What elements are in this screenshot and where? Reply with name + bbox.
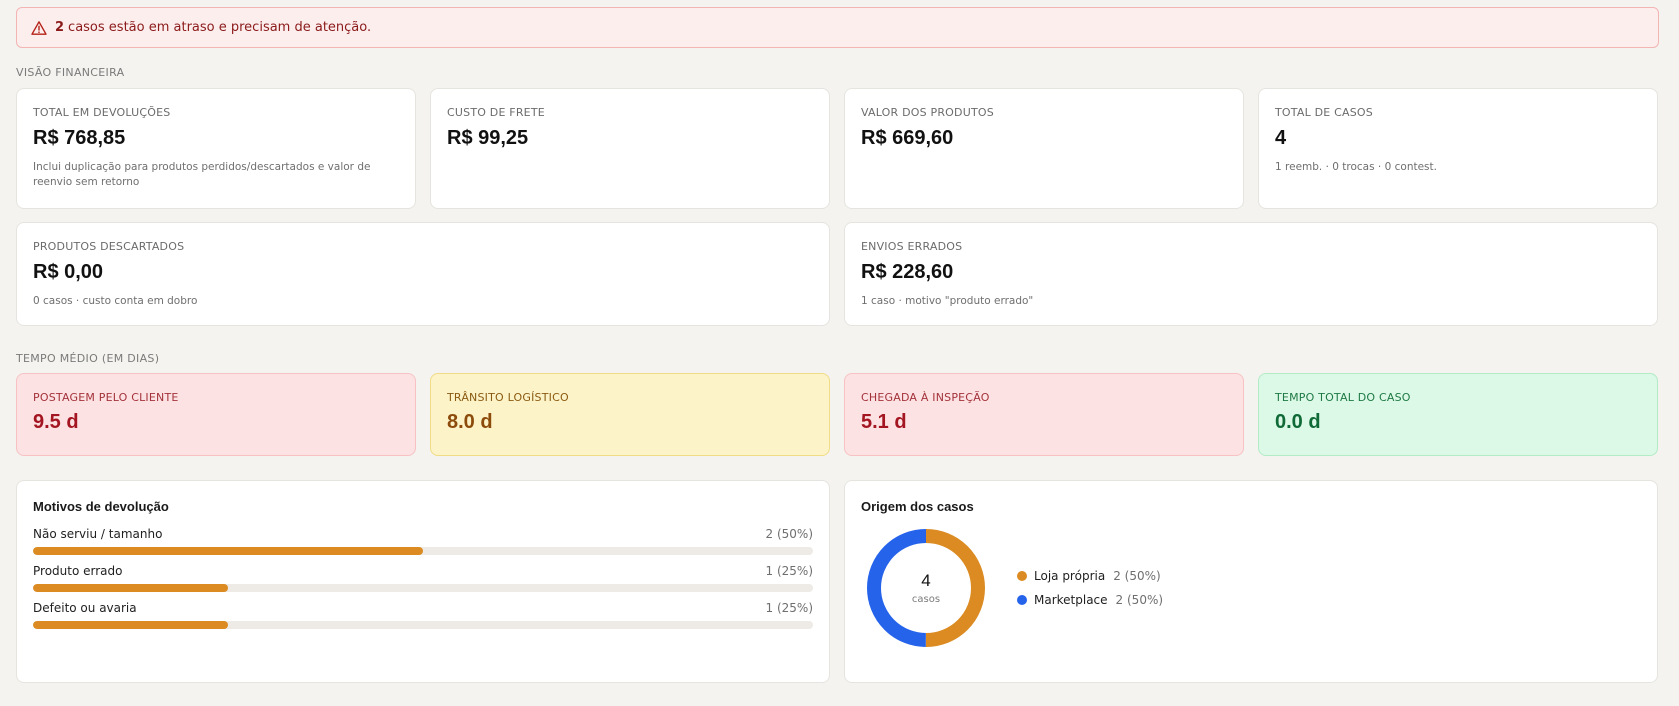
overdue-alert: 2 casos estão em atraso e precisam de at… xyxy=(16,7,1659,48)
products-value-card: VALOR DOS PRODUTOS R$ 669,60 xyxy=(844,88,1244,209)
legend-dot xyxy=(1017,571,1027,581)
case-origin-title: Origem dos casos xyxy=(861,499,974,514)
origin-legend: Loja própria 2 (50%) Marketplace 2 (50%) xyxy=(1017,564,1163,612)
donut-total-label: casos xyxy=(911,594,941,605)
warning-triangle-icon xyxy=(31,20,47,35)
legend-item-marketplace: Marketplace 2 (50%) xyxy=(1017,588,1163,612)
card-value: R$ 99,25 xyxy=(447,127,529,149)
card-label: CUSTO DE FRETE xyxy=(447,106,545,119)
card-label: POSTAGEM PELO CLIENTE xyxy=(33,391,179,404)
card-value: 4 xyxy=(1275,127,1287,149)
card-value: 8.0 d xyxy=(447,411,493,433)
card-label: TOTAL EM DEVOLUÇÕES xyxy=(33,106,171,119)
reason-bar-fill xyxy=(33,621,228,629)
legend-dot xyxy=(1017,595,1027,605)
reason-count: 1 (25%) xyxy=(765,564,813,578)
card-label: CHEGADA À INSPEÇÃO xyxy=(861,391,990,404)
customer-posting-time-card: POSTAGEM PELO CLIENTE 9.5 d xyxy=(16,373,416,456)
times-section-title: TEMPO MÉDIO (EM DIAS) xyxy=(16,352,160,365)
card-value: R$ 669,60 xyxy=(861,127,954,149)
reason-item: Não serviu / tamanho 2 (50%) xyxy=(33,527,813,555)
card-value: R$ 768,85 xyxy=(33,127,126,149)
alert-count: 2 xyxy=(55,20,65,35)
total-cases-card: TOTAL DE CASOS 4 1 reemb. · 0 trocas · 0… xyxy=(1258,88,1658,209)
card-note: 0 casos · custo conta em dobro xyxy=(33,295,198,307)
reason-count: 2 (50%) xyxy=(765,527,813,541)
total-case-time-card: TEMPO TOTAL DO CASO 0.0 d xyxy=(1258,373,1658,456)
reason-item: Defeito ou avaria 1 (25%) xyxy=(33,601,813,629)
card-note: 1 reemb. · 0 trocas · 0 contest. xyxy=(1275,161,1437,173)
legend-label: Marketplace xyxy=(1034,593,1108,607)
reason-bar-track xyxy=(33,584,813,592)
legend-label: Loja própria xyxy=(1034,569,1106,583)
reason-label: Defeito ou avaria xyxy=(33,601,137,615)
card-label: TEMPO TOTAL DO CASO xyxy=(1275,391,1411,404)
financial-cards-row-2: PRODUTOS DESCARTADOS R$ 0,00 0 casos · c… xyxy=(16,222,1659,326)
card-value: R$ 0,00 xyxy=(33,261,104,283)
origin-donut-chart: 4 casos xyxy=(861,523,991,653)
discarded-products-card: PRODUTOS DESCARTADOS R$ 0,00 0 casos · c… xyxy=(16,222,830,326)
card-value: R$ 228,60 xyxy=(861,261,954,283)
time-cards-row: POSTAGEM PELO CLIENTE 9.5 d TRÂNSITO LOG… xyxy=(16,373,1659,456)
reason-bar-fill xyxy=(33,547,423,555)
card-label: TRÂNSITO LOGÍSTICO xyxy=(447,391,569,404)
card-label: VALOR DOS PRODUTOS xyxy=(861,106,994,119)
wrong-shipments-card: ENVIOS ERRADOS R$ 228,60 1 caso · motivo… xyxy=(844,222,1658,326)
legend-count: 2 (50%) xyxy=(1113,569,1161,583)
reason-label: Produto errado xyxy=(33,564,123,578)
breakdown-row: Motivos de devolução Não serviu / tamanh… xyxy=(16,480,1659,683)
alert-message: casos estão em atraso e precisam de aten… xyxy=(68,20,372,35)
case-origin-card: Origem dos casos 4 casos Loja própria 2 … xyxy=(844,480,1658,683)
legend-count: 2 (50%) xyxy=(1115,593,1164,607)
card-label: TOTAL DE CASOS xyxy=(1275,106,1373,119)
total-returns-card: TOTAL EM DEVOLUÇÕES R$ 768,85 Inclui dup… xyxy=(16,88,416,209)
card-value: 9.5 d xyxy=(33,411,79,433)
donut-total: 4 xyxy=(921,571,931,590)
financial-cards-row: TOTAL EM DEVOLUÇÕES R$ 768,85 Inclui dup… xyxy=(16,88,1659,209)
financial-section-title: VISÃO FINANCEIRA xyxy=(16,66,125,79)
card-note: 1 caso · motivo "produto errado" xyxy=(861,295,1034,307)
card-label: ENVIOS ERRADOS xyxy=(861,240,963,253)
logistics-transit-time-card: TRÂNSITO LOGÍSTICO 8.0 d xyxy=(430,373,830,456)
reason-bar-track xyxy=(33,547,813,555)
card-note: Inclui duplicação para produtos perdidos… xyxy=(33,161,371,188)
reason-bar-track xyxy=(33,621,813,629)
shipping-cost-card: CUSTO DE FRETE R$ 99,25 xyxy=(430,88,830,209)
return-reasons-title: Motivos de devolução xyxy=(33,499,169,514)
reason-bar-fill xyxy=(33,584,228,592)
card-value: 0.0 d xyxy=(1275,411,1321,433)
inspection-arrival-time-card: CHEGADA À INSPEÇÃO 5.1 d xyxy=(844,373,1244,456)
reason-list: Não serviu / tamanho 2 (50%) Produto err… xyxy=(33,527,813,629)
legend-item-own-store: Loja própria 2 (50%) xyxy=(1017,564,1163,588)
card-value: 5.1 d xyxy=(861,411,907,433)
reason-count: 1 (25%) xyxy=(765,601,813,615)
dashboard: 2 casos estão em atraso e precisam de at… xyxy=(16,7,1659,683)
return-reasons-card: Motivos de devolução Não serviu / tamanh… xyxy=(16,480,830,683)
card-label: PRODUTOS DESCARTADOS xyxy=(33,240,185,253)
reason-label: Não serviu / tamanho xyxy=(33,527,163,541)
reason-item: Produto errado 1 (25%) xyxy=(33,564,813,592)
